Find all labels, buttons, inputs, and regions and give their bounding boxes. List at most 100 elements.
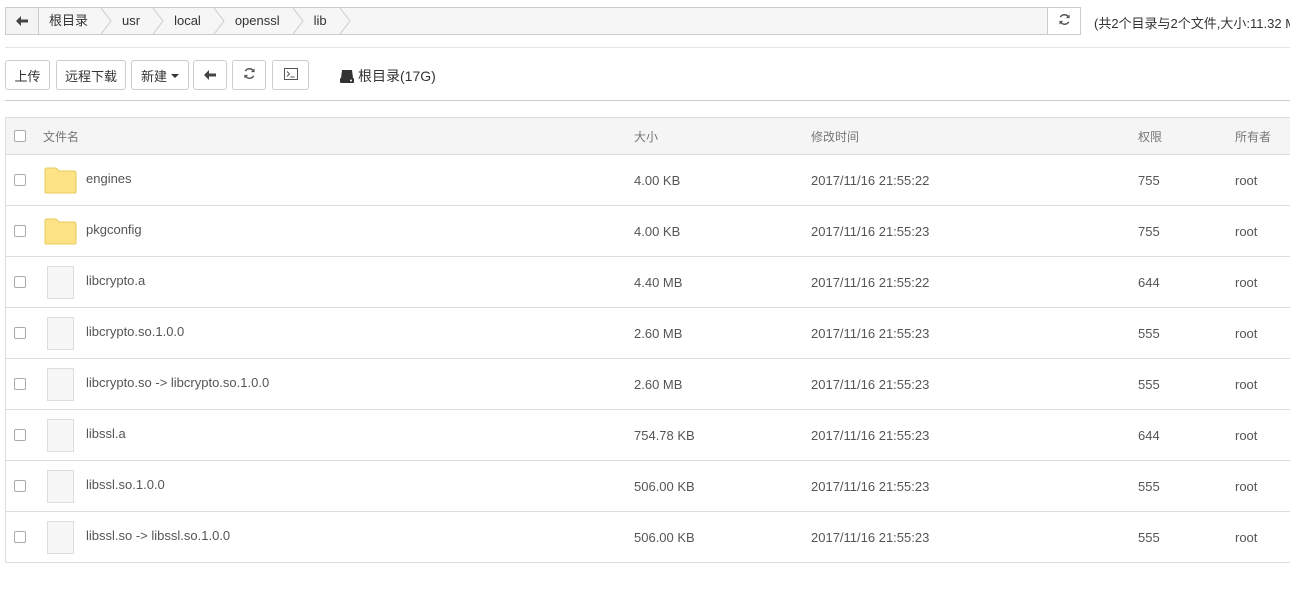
file-icon [47,520,74,554]
file-mtime: 2017/11/16 21:55:22 [811,172,930,188]
upload-button[interactable]: 上传 [5,60,50,90]
file-owner[interactable]: root [1235,257,1257,307]
row-icon [44,155,77,205]
row-checkbox[interactable] [14,461,26,511]
file-permission[interactable]: 755 [1138,206,1160,256]
file-mtime: 2017/11/16 21:55:23 [811,223,930,239]
disk-indicator[interactable]: 根目录(17G) [340,66,436,86]
file-size: 506.00 KB [634,478,695,494]
row-checkbox[interactable] [14,308,26,358]
terminal-button[interactable] [272,60,309,90]
caret-down-icon [171,74,179,78]
file-permission[interactable]: 555 [1138,359,1160,409]
back-button[interactable] [193,60,227,90]
file-permission[interactable]: 644 [1138,257,1160,307]
table-row[interactable]: engines 4.00 KB 2017/11/16 21:55:22 755 root [6,155,1290,206]
breadcrumb-item[interactable]: local [164,8,225,34]
file-size: 754.78 KB [634,427,695,443]
file-owner[interactable]: root [1235,308,1257,358]
file-permission[interactable]: 555 [1138,512,1160,562]
breadcrumb-label: 根目录 [49,13,89,28]
file-mtime: 2017/11/16 21:55:23 [811,325,930,341]
file-mtime: 2017/11/16 21:55:22 [811,274,930,290]
file-name[interactable]: libcrypto.so -> libcrypto.so.1.0.0 [86,357,269,407]
file-size: 4.00 KB [634,172,681,188]
file-name[interactable]: libssl.a [86,408,126,458]
disk-label: 根目录(17G) [358,68,436,84]
new-button-label: 新建 [140,68,167,84]
file-permission[interactable]: 555 [1138,461,1160,511]
file-name[interactable]: libssl.so -> libssl.so.1.0.0 [86,510,230,560]
refresh-icon [1058,13,1071,29]
breadcrumb-label: openssl [234,13,280,28]
breadcrumb-item[interactable]: 根目录 [39,8,112,34]
path-refresh-button[interactable] [1047,8,1080,34]
file-permission[interactable]: 755 [1138,155,1160,205]
directory-summary: (共2个目录与2个文件,大小:11.32 MB [1094,16,1290,31]
header-size[interactable]: 大小 [634,118,658,154]
table-header: 文件名 大小 修改时间 权限 所有者 [6,117,1290,155]
upload-button-label: 上传 [14,68,41,84]
row-icon [47,257,74,307]
header-owner[interactable]: 所有者 [1235,118,1271,154]
chevron-separator-icon [152,8,164,34]
table-row[interactable]: libssl.so.1.0.0 506.00 KB 2017/11/16 21:55… [6,461,1290,512]
file-owner[interactable]: root [1235,410,1257,460]
table-row[interactable]: libssl.a 754.78 KB 2017/11/16 21:55:23 644 r… [6,410,1290,461]
table-row[interactable]: libcrypto.so -> libcrypto.so.1.0.0 2.60 M… [6,359,1290,410]
header-perm[interactable]: 权限 [1138,118,1162,154]
new-dropdown-button[interactable]: 新建 [131,60,189,90]
row-checkbox[interactable] [14,410,26,460]
file-owner[interactable]: root [1235,359,1257,409]
file-icon [47,418,74,452]
file-name[interactable]: engines [86,153,132,203]
file-owner[interactable]: root [1235,461,1257,511]
file-table: 文件名 大小 修改时间 权限 所有者 engines 4.00 KB 2017/11… [5,117,1290,563]
table-row[interactable]: pkgconfig 4.00 KB 2017/11/16 21:55:23 755 ro… [6,206,1290,257]
row-checkbox[interactable] [14,155,26,205]
file-icon [47,316,74,350]
file-name[interactable]: libssl.so.1.0.0 [86,459,165,509]
file-name[interactable]: pkgconfig [86,204,142,254]
row-icon [44,206,77,256]
path-back-button[interactable] [6,8,39,34]
file-permission[interactable]: 555 [1138,308,1160,358]
arrow-left-icon [204,68,216,83]
file-size: 506.00 KB [634,529,695,545]
table-row[interactable]: libssl.so -> libssl.so.1.0.0 506.00 KB 201… [6,512,1290,563]
remote-download-button[interactable]: 远程下载 [56,60,126,90]
file-permission[interactable]: 644 [1138,410,1160,460]
terminal-icon [283,67,298,83]
row-checkbox[interactable] [14,257,26,307]
table-row[interactable]: libcrypto.a 4.40 MB 2017/11/16 21:55:22 644… [6,257,1290,308]
table-row[interactable]: libcrypto.so.1.0.0 2.60 MB 2017/11/16 21:5… [6,308,1290,359]
hdd-icon [340,69,354,83]
divider [5,47,1290,48]
file-name[interactable]: libcrypto.so.1.0.0 [86,306,184,356]
breadcrumb-label: usr [122,13,141,28]
refresh-button[interactable] [232,60,266,90]
file-size: 4.40 MB [634,274,683,290]
row-checkbox[interactable] [14,206,26,256]
path-bar: 根目录 usr local openssl lib [5,7,1081,35]
file-name[interactable]: libcrypto.a [86,255,145,305]
file-mtime: 2017/11/16 21:55:23 [811,376,930,392]
file-owner[interactable]: root [1235,512,1257,562]
row-checkbox[interactable] [14,512,26,562]
header-mtime[interactable]: 修改时间 [811,118,859,154]
chevron-separator-icon [100,8,112,34]
file-mtime: 2017/11/16 21:55:23 [811,529,930,545]
refresh-icon [243,67,256,83]
file-owner[interactable]: root [1235,155,1257,205]
breadcrumb-item[interactable]: usr [112,8,164,34]
row-checkbox[interactable] [14,359,26,409]
breadcrumb-item[interactable]: openssl [225,8,304,34]
breadcrumb-item[interactable]: lib [304,8,351,34]
breadcrumb: 根目录 usr local openssl lib [39,8,351,34]
select-all-checkbox[interactable] [14,118,26,154]
header-name[interactable]: 文件名 [43,118,79,154]
row-icon [47,512,74,562]
file-mtime: 2017/11/16 21:55:23 [811,478,930,494]
file-mtime: 2017/11/16 21:55:23 [811,427,930,443]
file-owner[interactable]: root [1235,206,1257,256]
